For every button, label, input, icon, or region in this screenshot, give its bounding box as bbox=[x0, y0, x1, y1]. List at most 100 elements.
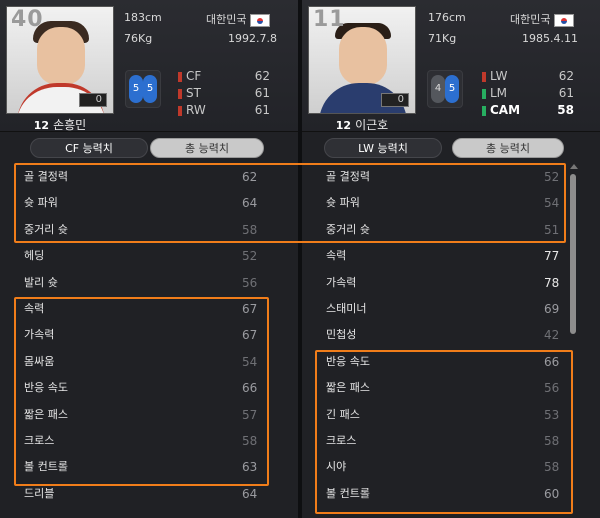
stat-value: 58 bbox=[242, 433, 258, 448]
stat-row: 반응 속도 66 bbox=[0, 375, 298, 401]
stat-row: 크로스 58 bbox=[302, 428, 600, 454]
stat-value: 52 bbox=[242, 249, 258, 264]
left-weak-foot-left: 5 bbox=[129, 75, 143, 103]
stat-value: 77 bbox=[544, 249, 560, 264]
stat-name: 중거리 슛 bbox=[326, 222, 370, 236]
korea-flag-icon bbox=[554, 13, 575, 27]
position-value: 62 bbox=[254, 69, 270, 83]
scroll-up-arrow-icon[interactable] bbox=[570, 164, 578, 169]
right-weak-foot-left: 4 bbox=[431, 75, 445, 103]
stat-row: 속력 67 bbox=[0, 296, 298, 322]
stat-value: 58 bbox=[544, 460, 560, 475]
stat-row: 드리블 64 bbox=[0, 481, 298, 507]
stat-row: 중거리 슛 58 bbox=[0, 217, 298, 243]
right-card-count-badge: 0 bbox=[381, 93, 409, 107]
left-height: 183cm bbox=[124, 11, 162, 24]
tab-right-position-stats[interactable]: LW 능력치 bbox=[324, 138, 442, 158]
scroll-thumb[interactable] bbox=[570, 174, 576, 334]
left-player-name: 손흥민 bbox=[53, 118, 87, 132]
tab-right-total-stats[interactable]: 총 능력치 bbox=[452, 138, 564, 158]
left-country-label: 대한민국 bbox=[206, 11, 271, 27]
right-player-panel: 11 0 12 이근호 176cm 대한민국 71Kg 1985.4.11 4 5… bbox=[302, 0, 600, 518]
stat-value: 66 bbox=[544, 354, 560, 369]
stat-value: 66 bbox=[242, 381, 258, 396]
stat-row: 가속력 78 bbox=[302, 270, 600, 296]
left-player-panel: 40 0 12 손흥민 183cm 대한민국 76Kg 1992.7.8 5 5 … bbox=[0, 0, 298, 518]
position-value: 62 bbox=[558, 69, 574, 83]
right-height: 176cm bbox=[428, 11, 466, 24]
stat-row: 중거리 슛 51 bbox=[302, 217, 600, 243]
stat-value: 63 bbox=[242, 460, 258, 475]
right-player-level: 12 bbox=[335, 119, 352, 132]
position-name: RW bbox=[186, 103, 206, 117]
position-row: LW 62 bbox=[482, 68, 574, 85]
stat-name: 볼 컨트롤 bbox=[24, 460, 68, 474]
stat-value: 58 bbox=[544, 433, 560, 448]
left-jersey-number: 40 bbox=[11, 7, 44, 32]
position-name: CF bbox=[186, 69, 202, 83]
right-position-list: LW 62 LM 61 CAM 58 bbox=[482, 68, 574, 119]
stat-name: 드리블 bbox=[24, 486, 55, 500]
position-row: LM 61 bbox=[482, 85, 574, 102]
stat-value: 56 bbox=[544, 381, 560, 396]
stat-row: 골 결정력 52 bbox=[302, 164, 600, 190]
stat-value: 53 bbox=[544, 407, 560, 422]
left-player-name-row: 12 손흥민 bbox=[0, 116, 120, 133]
position-marker-icon bbox=[178, 88, 182, 99]
stat-row: 민첩성 42 bbox=[302, 322, 600, 348]
stat-name: 반응 속도 bbox=[326, 354, 370, 368]
stat-value: 64 bbox=[242, 486, 258, 501]
position-row: ST 61 bbox=[178, 85, 270, 102]
stat-name: 볼 컨트롤 bbox=[326, 486, 370, 500]
tab-left-total-stats[interactable]: 총 능력치 bbox=[150, 138, 264, 158]
right-player-face bbox=[339, 27, 387, 85]
stat-value: 64 bbox=[242, 196, 258, 211]
stat-row: 볼 컨트롤 60 bbox=[302, 481, 600, 507]
stat-value: 57 bbox=[242, 407, 258, 422]
position-value: 61 bbox=[254, 103, 270, 117]
position-marker-icon bbox=[482, 105, 486, 116]
right-player-header: 11 0 12 이근호 176cm 대한민국 71Kg 1985.4.11 4 5… bbox=[302, 0, 600, 132]
right-foot-skill-icon: 4 5 bbox=[427, 70, 463, 108]
stat-value: 67 bbox=[242, 328, 258, 343]
left-country: 대한민국 bbox=[206, 13, 247, 26]
position-name: ST bbox=[186, 86, 201, 100]
stat-row: 스태미너 69 bbox=[302, 296, 600, 322]
stat-name: 속력 bbox=[326, 249, 347, 263]
stat-row: 가속력 67 bbox=[0, 322, 298, 348]
stat-name: 반응 속도 bbox=[24, 381, 68, 395]
stat-value: 51 bbox=[544, 222, 560, 237]
position-marker-icon bbox=[178, 105, 182, 116]
stat-value: 52 bbox=[544, 170, 560, 184]
stat-row: 반응 속도 66 bbox=[302, 349, 600, 375]
stat-name: 짧은 패스 bbox=[24, 407, 68, 421]
player-compare-screen: 40 0 12 손흥민 183cm 대한민국 76Kg 1992.7.8 5 5 … bbox=[0, 0, 600, 518]
korea-flag-icon bbox=[250, 13, 271, 27]
left-player-photo: 40 0 bbox=[6, 6, 114, 114]
position-name: LW bbox=[490, 69, 508, 83]
stat-name: 발리 슛 bbox=[24, 275, 58, 289]
stat-name: 가속력 bbox=[24, 328, 55, 342]
position-row: CF 62 bbox=[178, 68, 270, 85]
right-jersey-number: 11 bbox=[313, 7, 346, 32]
stat-name: 슛 파워 bbox=[24, 196, 58, 210]
stat-name: 가속력 bbox=[326, 275, 357, 289]
left-card-count-badge: 0 bbox=[79, 93, 107, 107]
right-country: 대한민국 bbox=[510, 13, 551, 26]
position-marker-icon bbox=[482, 71, 486, 82]
left-weak-foot-right: 5 bbox=[143, 75, 157, 103]
right-stat-list: 골 결정력 52 슛 파워 54 중거리 슛 51 속력 77 가속력 78 스태미너 69… bbox=[302, 164, 600, 507]
stat-name: 헤딩 bbox=[24, 249, 45, 263]
tab-left-position-stats[interactable]: CF 능력치 bbox=[30, 138, 148, 158]
stat-name: 골 결정력 bbox=[326, 170, 370, 183]
position-name: CAM bbox=[490, 103, 521, 117]
position-value: 61 bbox=[254, 86, 270, 100]
stat-list-scrollbar[interactable] bbox=[568, 160, 578, 518]
stat-row: 슛 파워 64 bbox=[0, 190, 298, 216]
stat-value: 60 bbox=[544, 486, 560, 501]
stat-name: 민첩성 bbox=[326, 328, 357, 342]
stat-value: 62 bbox=[242, 170, 258, 184]
stat-value: 54 bbox=[242, 354, 258, 369]
left-player-header: 40 0 12 손흥민 183cm 대한민국 76Kg 1992.7.8 5 5 … bbox=[0, 0, 298, 132]
stat-row: 슛 파워 54 bbox=[302, 190, 600, 216]
